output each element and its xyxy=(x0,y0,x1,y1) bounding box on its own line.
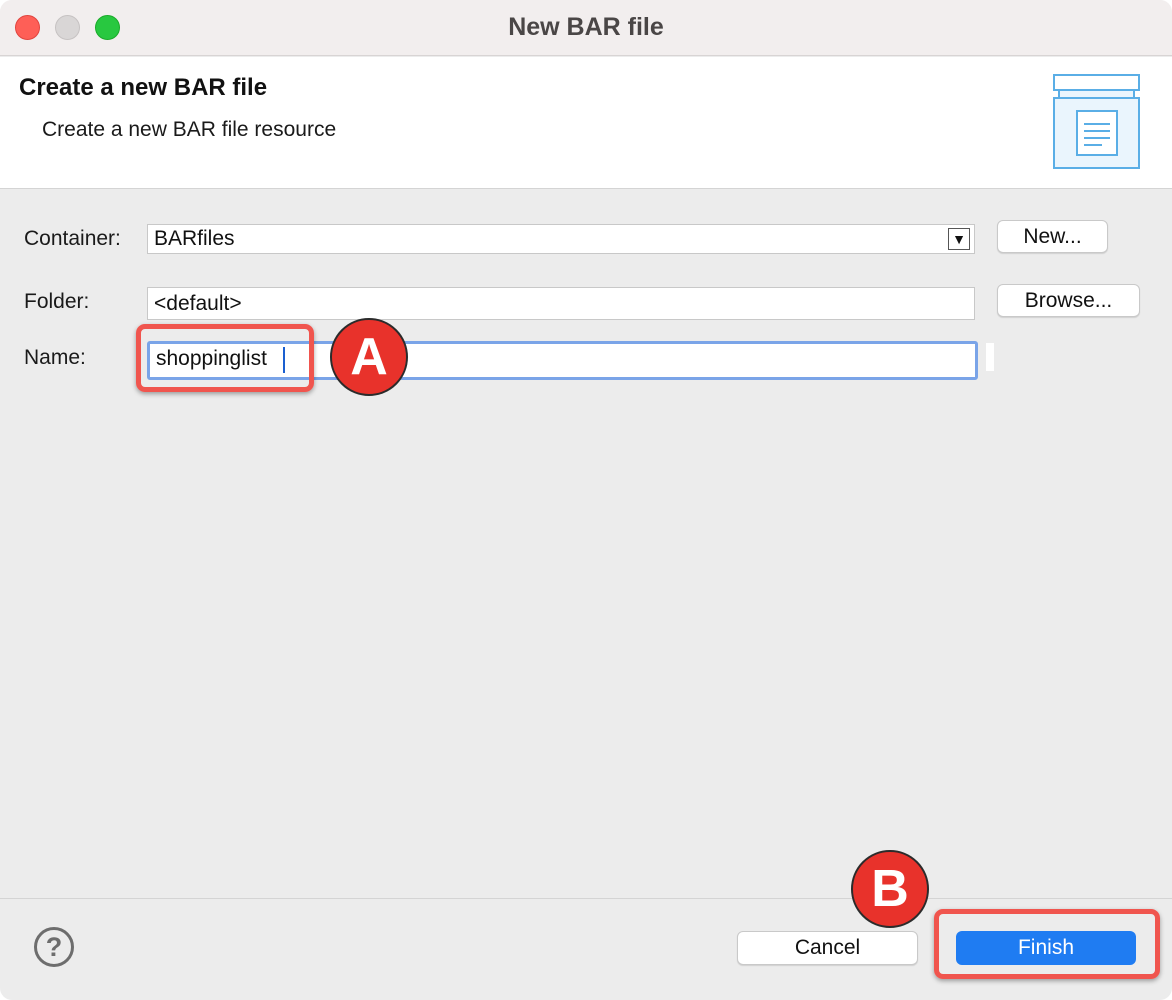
footer-divider xyxy=(0,898,1172,899)
folder-field[interactable]: <default> xyxy=(147,287,975,320)
bar-file-wizard-icon xyxy=(1053,74,1140,169)
name-label: Name: xyxy=(24,346,86,369)
container-value: BARfiles xyxy=(154,227,235,250)
chevron-down-icon[interactable]: ▼ xyxy=(948,228,970,250)
cancel-button[interactable]: Cancel xyxy=(737,931,918,965)
container-label: Container: xyxy=(24,227,121,250)
annotation-badge-b: B xyxy=(851,850,929,928)
title-bar: New BAR file xyxy=(0,0,1172,56)
folder-label: Folder: xyxy=(24,290,90,313)
new-container-button[interactable]: New... xyxy=(997,220,1108,253)
field-edge xyxy=(986,343,994,371)
container-combo[interactable]: BARfiles ▼ xyxy=(147,224,975,254)
wizard-banner: Create a new BAR file Create a new BAR f… xyxy=(0,57,1172,189)
annotation-badge-a: A xyxy=(330,318,408,396)
new-bar-file-dialog: New BAR file Create a new BAR file Creat… xyxy=(0,0,1172,1000)
window-title: New BAR file xyxy=(508,13,664,41)
wizard-title: Create a new BAR file xyxy=(19,74,268,101)
browse-folder-button[interactable]: Browse... xyxy=(997,284,1140,317)
help-icon[interactable]: ? xyxy=(34,927,74,967)
highlight-box-a xyxy=(136,324,314,392)
highlight-box-b xyxy=(934,909,1160,979)
wizard-subtitle: Create a new BAR file resource xyxy=(42,118,337,141)
